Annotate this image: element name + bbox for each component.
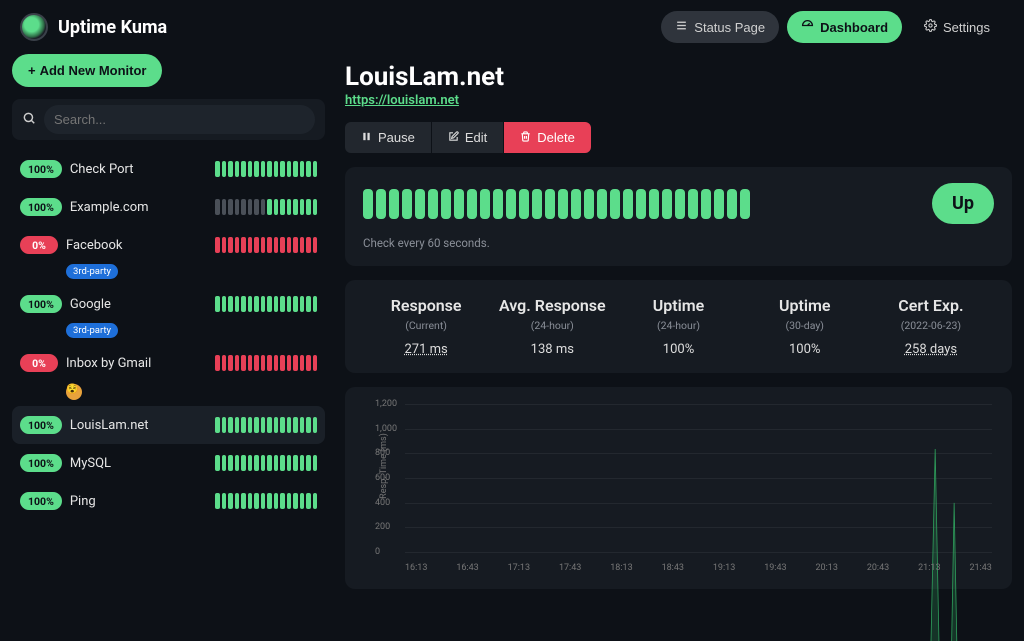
- stat-sublabel: (Current): [363, 319, 489, 332]
- monitor-name: Inbox by Gmail: [66, 356, 207, 371]
- stat-block: Cert Exp. (2022-06-23) 258 days: [868, 296, 994, 357]
- status-page-button[interactable]: Status Page: [661, 11, 779, 43]
- stat-block: Uptime (24-hour) 100%: [615, 296, 741, 357]
- delete-button[interactable]: Delete: [504, 122, 591, 153]
- mini-heartbeat: [215, 199, 317, 215]
- status-page-label: Status Page: [694, 20, 765, 35]
- stat-block: Response (Current) 271 ms: [363, 296, 489, 357]
- monitor-name: Facebook: [66, 238, 207, 253]
- search-row: [12, 99, 325, 140]
- app-name: Uptime Kuma: [58, 17, 167, 38]
- sidebar: + Add New Monitor 100% Check Port 100% Exam…: [0, 54, 335, 641]
- check-interval-text: Check every 60 seconds.: [363, 236, 994, 250]
- chart-y-label: Resp. Time (ms): [379, 433, 389, 499]
- mini-heartbeat: [215, 355, 317, 371]
- sidebar-monitor-item[interactable]: 100% LouisLam.net: [12, 406, 325, 444]
- stat-value: 258 days: [868, 342, 994, 357]
- monitor-tag: 😵: [66, 384, 82, 400]
- settings-button[interactable]: Settings: [910, 11, 1004, 43]
- stat-label: Response: [363, 296, 489, 315]
- pause-button[interactable]: Pause: [345, 122, 431, 153]
- sidebar-monitor-item[interactable]: 100% Example.com: [12, 188, 325, 226]
- response-time-chart: Resp. Time (ms) 02004006008001,0001,200 …: [355, 401, 1002, 581]
- stat-value: 138 ms: [489, 342, 615, 357]
- action-row: Pause Edit Delete: [345, 122, 1012, 153]
- heartbeat-card: Up Check every 60 seconds.: [345, 167, 1012, 266]
- mini-heartbeat: [215, 455, 317, 471]
- trash-icon: [520, 130, 531, 145]
- add-monitor-label: Add New Monitor: [40, 63, 147, 78]
- logo-icon: [20, 13, 48, 41]
- dashboard-label: Dashboard: [820, 20, 888, 35]
- mini-heartbeat: [215, 493, 317, 509]
- search-input[interactable]: [44, 105, 315, 134]
- stat-value: 100%: [615, 342, 741, 357]
- detail-pane: LouisLam.net https://louislam.net Pause …: [335, 54, 1024, 641]
- mini-heartbeat: [215, 417, 317, 433]
- mini-heartbeat: [215, 161, 317, 177]
- stat-label: Cert Exp.: [868, 296, 994, 315]
- stat-label: Avg. Response: [489, 296, 615, 315]
- uptime-badge: 100%: [20, 198, 62, 216]
- edit-button[interactable]: Edit: [431, 122, 504, 153]
- add-monitor-button[interactable]: + Add New Monitor: [12, 54, 162, 87]
- uptime-badge: 100%: [20, 454, 62, 472]
- monitor-name: Example.com: [70, 200, 207, 215]
- top-header: Uptime Kuma Status Page Dashboard Settin…: [0, 0, 1024, 54]
- dashboard-button[interactable]: Dashboard: [787, 11, 902, 43]
- monitor-name: Google: [70, 297, 207, 312]
- stat-value: 271 ms: [363, 342, 489, 357]
- stat-label: Uptime: [742, 296, 868, 315]
- pause-icon: [361, 130, 372, 145]
- list-icon: [675, 19, 688, 35]
- sidebar-monitor-item[interactable]: 100% Check Port: [12, 150, 325, 188]
- sidebar-monitor-item[interactable]: 100% MySQL: [12, 444, 325, 482]
- edit-icon: [448, 130, 459, 145]
- monitor-name: LouisLam.net: [70, 418, 207, 433]
- plus-icon: +: [28, 63, 36, 78]
- sidebar-monitor-item[interactable]: 100% Ping: [12, 482, 325, 520]
- sidebar-monitor-item[interactable]: 100% Google 3rd-party: [12, 285, 325, 344]
- stat-block: Uptime (30-day) 100%: [742, 296, 868, 357]
- uptime-badge: 100%: [20, 295, 62, 313]
- uptime-badge: 100%: [20, 416, 62, 434]
- uptime-badge: 100%: [20, 160, 62, 178]
- delete-label: Delete: [537, 130, 575, 145]
- stat-sublabel: (30-day): [742, 319, 868, 332]
- uptime-badge: 100%: [20, 492, 62, 510]
- monitor-name: MySQL: [70, 456, 207, 471]
- heartbeat-bars: [363, 189, 750, 219]
- stat-sublabel: (2022-06-23): [868, 319, 994, 332]
- settings-label: Settings: [943, 20, 990, 35]
- brand[interactable]: Uptime Kuma: [20, 13, 653, 41]
- stat-sublabel: (24-hour): [615, 319, 741, 332]
- uptime-badge: 0%: [20, 354, 58, 372]
- monitor-url-link[interactable]: https://louislam.net: [345, 93, 459, 108]
- gear-icon: [924, 19, 937, 35]
- pause-label: Pause: [378, 130, 415, 145]
- stat-label: Uptime: [615, 296, 741, 315]
- stats-card: Response (Current) 271 msAvg. Response (…: [345, 280, 1012, 373]
- uptime-badge: 0%: [20, 236, 58, 254]
- stat-block: Avg. Response (24-hour) 138 ms: [489, 296, 615, 357]
- sidebar-monitor-item[interactable]: 0% Facebook 3rd-party: [12, 226, 325, 285]
- monitor-tag: 3rd-party: [66, 323, 118, 338]
- monitor-list: 100% Check Port 100% Example.com 0% Facebook 3…: [12, 150, 325, 520]
- edit-label: Edit: [465, 130, 487, 145]
- search-icon[interactable]: [22, 111, 36, 129]
- mini-heartbeat: [215, 237, 317, 253]
- gauge-icon: [801, 19, 814, 35]
- status-pill: Up: [932, 183, 994, 224]
- monitor-name: Ping: [70, 494, 207, 509]
- monitor-title: LouisLam.net: [345, 62, 1012, 92]
- monitor-tag: 3rd-party: [66, 264, 118, 279]
- mini-heartbeat: [215, 296, 317, 312]
- chart-card: Resp. Time (ms) 02004006008001,0001,200 …: [345, 387, 1012, 589]
- sidebar-monitor-item[interactable]: 0% Inbox by Gmail 😵: [12, 344, 325, 406]
- stat-sublabel: (24-hour): [489, 319, 615, 332]
- stat-value: 100%: [742, 342, 868, 357]
- monitor-name: Check Port: [70, 162, 207, 177]
